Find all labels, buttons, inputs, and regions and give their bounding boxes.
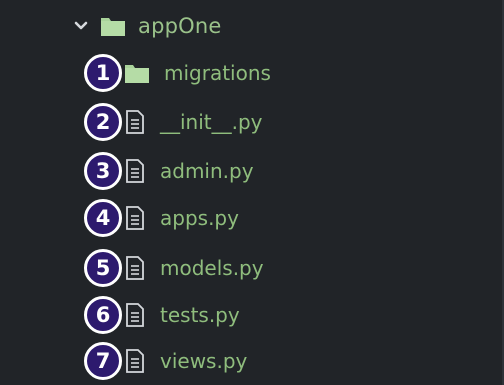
file-icon <box>124 205 146 231</box>
chevron-down-icon[interactable] <box>70 15 92 37</box>
folder-icon <box>124 62 150 84</box>
file-icon <box>124 348 146 374</box>
file-icon <box>124 302 146 328</box>
tree-item-apps-py[interactable]: 4 apps.py <box>84 196 239 240</box>
number-badge: 5 <box>84 249 122 287</box>
tree-root-label: appOne <box>138 14 222 38</box>
tree-item-label: __init__.py <box>160 110 263 134</box>
tree-item-label: tests.py <box>160 303 240 327</box>
number-badge: 6 <box>84 296 122 334</box>
tree-item-label: models.py <box>160 256 264 280</box>
tree-item-label: apps.py <box>160 206 239 230</box>
tree-item-tests-py[interactable]: 6 tests.py <box>84 293 240 337</box>
tree-item-label: admin.py <box>160 159 254 183</box>
tree-item-label: views.py <box>160 349 248 373</box>
tree-root-appOne[interactable]: appOne <box>70 8 222 44</box>
file-icon <box>124 255 146 281</box>
number-badge: 1 <box>84 54 122 92</box>
number-badge: 4 <box>84 199 122 237</box>
number-badge: 3 <box>84 152 122 190</box>
tree-item-admin-py[interactable]: 3 admin.py <box>84 149 254 193</box>
file-explorer-panel: appOne 1 migrations 2 __init__.py 3 admi… <box>0 0 504 385</box>
tree-item-views-py[interactable]: 7 views.py <box>84 339 247 383</box>
file-icon <box>124 109 146 135</box>
tree-item-models-py[interactable]: 5 models.py <box>84 246 264 290</box>
number-badge: 2 <box>84 103 122 141</box>
tree-item-migrations[interactable]: 1 migrations <box>84 51 271 95</box>
tree-item-label: migrations <box>164 61 271 85</box>
tree-item-init-py[interactable]: 2 __init__.py <box>84 100 263 144</box>
file-icon <box>124 158 146 184</box>
folder-icon <box>100 15 126 37</box>
number-badge: 7 <box>84 342 122 380</box>
